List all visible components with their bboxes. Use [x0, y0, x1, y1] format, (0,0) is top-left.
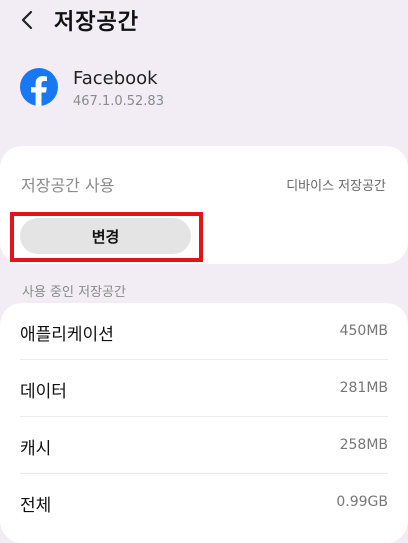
change-button[interactable]: 변경 — [20, 218, 191, 254]
list-item-cache: 캐시 258MB — [20, 417, 388, 474]
row-value: 258MB — [339, 437, 388, 453]
row-label: 캐시 — [20, 439, 52, 459]
facebook-icon — [20, 68, 58, 106]
row-value: 450MB — [339, 323, 388, 339]
row-label: 애플리케이션 — [20, 325, 114, 345]
row-value: 0.99GB — [336, 494, 388, 510]
back-button[interactable] — [14, 6, 42, 34]
app-version: 467.1.0.52.83 — [73, 94, 164, 109]
storage-location: 디바이스 저장공간 — [286, 179, 386, 194]
used-storage-card: 애플리케이션 450MB 데이터 281MB 캐시 258MB 전체 0.99G… — [0, 303, 408, 543]
app-info: Facebook 467.1.0.52.83 — [0, 60, 408, 120]
used-storage-section-label: 사용 중인 저장공간 — [22, 285, 126, 300]
app-name: Facebook — [73, 68, 158, 89]
chevron-left-icon — [21, 10, 33, 30]
storage-usage-label: 저장공간 사용 — [21, 176, 115, 195]
list-item-total: 전체 0.99GB — [20, 474, 388, 531]
page-title: 저장공간 — [54, 10, 139, 35]
row-value: 281MB — [339, 380, 388, 396]
row-label: 전체 — [20, 496, 52, 516]
list-item-data: 데이터 281MB — [20, 360, 388, 417]
app-bar: 저장공간 — [0, 0, 408, 44]
row-label: 데이터 — [20, 382, 67, 402]
list-item-application: 애플리케이션 450MB — [20, 303, 388, 360]
storage-usage-card: 저장공간 사용 디바이스 저장공간 변경 — [0, 146, 408, 264]
